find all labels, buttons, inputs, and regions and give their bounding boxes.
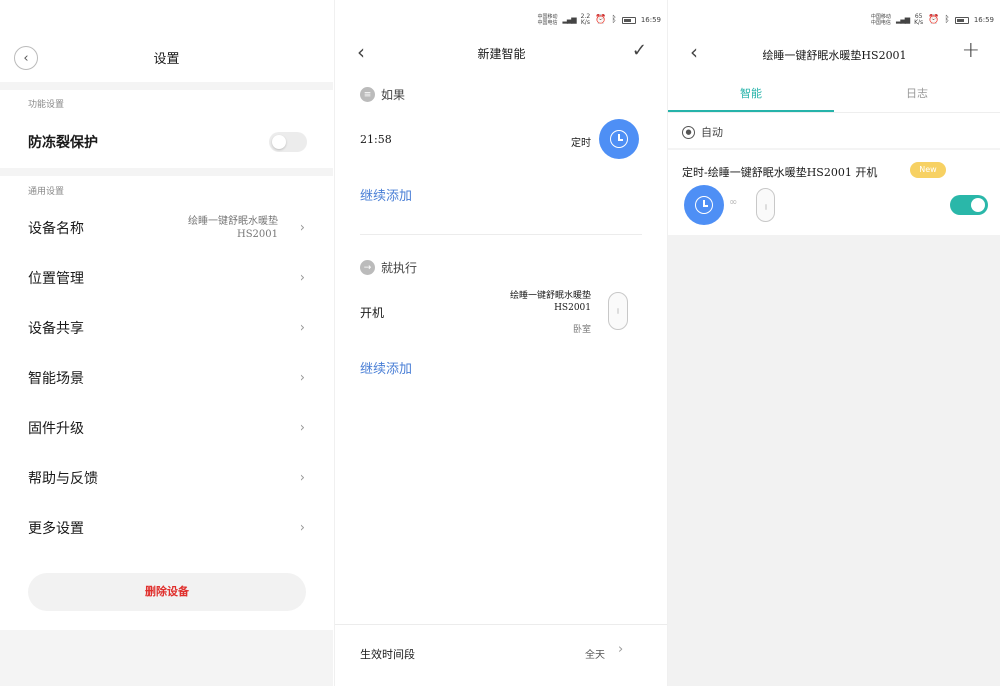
- robot-icon: ●: [682, 125, 695, 139]
- bluetooth-icon: ᛒ: [944, 15, 950, 25]
- signal-icon: ▂▄▆: [895, 16, 910, 24]
- chevron-right-icon: ›: [299, 520, 305, 536]
- section-divider: [0, 82, 333, 90]
- network-speed: 2.2 K/s: [580, 13, 591, 26]
- chevron-right-icon: ›: [618, 642, 624, 657]
- settings-item-help[interactable]: 帮助与反馈 ›: [0, 453, 333, 503]
- status-bar: 中国移动 中国电信 ▂▄▆ 65 K/s ⏰ ᛒ 16:59: [871, 8, 994, 32]
- divider: [668, 112, 1000, 113]
- status-bar: 中国移动 中国电信 ▂▄▆ 2.2 K/s ⏰ ᛒ 16:59: [537, 8, 661, 32]
- settings-item-label: 帮助与反馈: [28, 471, 98, 487]
- signal-icon: ▂▄▆: [562, 16, 576, 24]
- battery-icon: [621, 16, 636, 24]
- page-title: 新建智能: [477, 47, 526, 61]
- device-name-row[interactable]: 设备名称 绘睡一键舒眠水暖垫HS2001 ›: [0, 203, 333, 253]
- device-thumbnail: [756, 188, 775, 222]
- section-label-general: 通用设置: [28, 187, 65, 197]
- carrier-info: 中国移动 中国电信: [537, 14, 558, 26]
- if-section-header: ≡ 如果: [360, 86, 405, 103]
- alarm-icon: ⏰: [928, 15, 940, 25]
- settings-item-share[interactable]: 设备共享 ›: [0, 303, 333, 353]
- device-thumbnail: [608, 292, 628, 330]
- then-label: 就执行: [381, 261, 418, 275]
- condition-time: 21:58: [360, 133, 392, 146]
- tab-log[interactable]: 日志: [834, 85, 1000, 101]
- list-icon: ≡: [360, 87, 375, 102]
- status-time: 16:59: [640, 16, 661, 24]
- link-icon: ∞: [729, 197, 738, 208]
- battery-icon: [954, 16, 969, 24]
- network-speed: 65 K/s: [914, 13, 924, 26]
- settings-item-label: 更多设置: [28, 521, 84, 537]
- status-time: 16:59: [973, 16, 994, 24]
- if-label: 如果: [381, 88, 406, 102]
- confirm-check-icon[interactable]: ✓: [632, 40, 647, 61]
- alarm-icon: ⏰: [595, 15, 607, 25]
- settings-item-more[interactable]: 更多设置 ›: [0, 503, 333, 553]
- antifreeze-row: 防冻裂保护: [0, 117, 333, 167]
- delete-device-button[interactable]: 删除设备: [28, 573, 306, 611]
- settings-item-label: 位置管理: [28, 271, 84, 287]
- auto-section-header: ● 自动: [682, 124, 723, 140]
- settings-item-label: 固件升级: [28, 421, 84, 437]
- page-title: 绘睡一键舒眠水暖垫HS2001: [762, 49, 907, 62]
- chevron-right-icon: ›: [299, 270, 305, 286]
- chevron-right-icon: ›: [299, 420, 305, 436]
- divider: [360, 234, 642, 235]
- antifreeze-label: 防冻裂保护: [28, 135, 98, 151]
- empty-area: [668, 235, 1000, 686]
- add-plus-icon[interactable]: +: [962, 38, 980, 63]
- chevron-right-icon: ›: [299, 220, 305, 236]
- device-smart-panel: 中国移动 中国电信 ▂▄▆ 65 K/s ⏰ ᛒ 16:59 ‹ 绘睡一键舒眠水…: [667, 0, 1000, 686]
- device-name-value: 绘睡一键舒眠水暖垫HS2001: [188, 216, 278, 240]
- effective-time-value[interactable]: 全天: [585, 646, 605, 661]
- auto-label: 自动: [701, 126, 723, 139]
- section-divider: [0, 168, 333, 176]
- rule-toggle[interactable]: [950, 195, 988, 215]
- effective-time-label: 生效时间段: [360, 648, 415, 661]
- chevron-right-icon: ›: [299, 320, 305, 336]
- divider: [668, 148, 1000, 150]
- divider: [335, 624, 667, 625]
- action-label: 开机: [360, 306, 385, 320]
- rule-text[interactable]: 定时-绘睡一键舒眠水暖垫HS2001 开机: [682, 164, 877, 180]
- timer-clock-icon[interactable]: [599, 119, 639, 159]
- page-title: 设置: [153, 52, 180, 67]
- action-device-room: 卧室: [572, 325, 591, 335]
- carrier-info: 中国移动 中国电信: [870, 14, 891, 26]
- settings-item-label: 智能场景: [28, 371, 84, 387]
- tab-smart[interactable]: 智能: [668, 85, 834, 101]
- settings-item-firmware[interactable]: 固件升级 ›: [0, 403, 333, 453]
- bluetooth-icon: ᛒ: [611, 15, 617, 25]
- action-device-name: 绘睡一键舒眠水暖垫HS2001: [509, 291, 591, 313]
- arrow-right-icon: →: [360, 260, 375, 275]
- new-smart-panel: 中国移动 中国电信 ▂▄▆ 2.2 K/s ⏰ ᛒ 16:59 ‹ 新建智能 ✓…: [334, 0, 667, 686]
- device-name-label: 设备名称: [28, 221, 84, 237]
- timer-clock-icon: [684, 185, 724, 225]
- settings-item-label: 设备共享: [28, 321, 84, 337]
- add-action-link[interactable]: 继续添加: [360, 358, 412, 377]
- section-label-function: 功能设置: [28, 100, 65, 110]
- settings-panel: ‹ 设置 功能设置 防冻裂保护 通用设置 设备名称 绘睡一键舒眠水暖垫HS200…: [0, 0, 333, 686]
- settings-item-scenes[interactable]: 智能场景 ›: [0, 353, 333, 403]
- settings-item-location[interactable]: 位置管理 ›: [0, 253, 333, 303]
- new-badge: New: [910, 162, 946, 178]
- then-section-header: → 就执行: [360, 259, 417, 276]
- antifreeze-toggle[interactable]: [269, 132, 307, 152]
- chevron-right-icon: ›: [299, 370, 305, 386]
- chevron-right-icon: ›: [299, 470, 305, 486]
- bottom-area: [0, 630, 333, 686]
- condition-timer-label: 定时: [571, 138, 591, 149]
- add-condition-link[interactable]: 继续添加: [360, 185, 412, 204]
